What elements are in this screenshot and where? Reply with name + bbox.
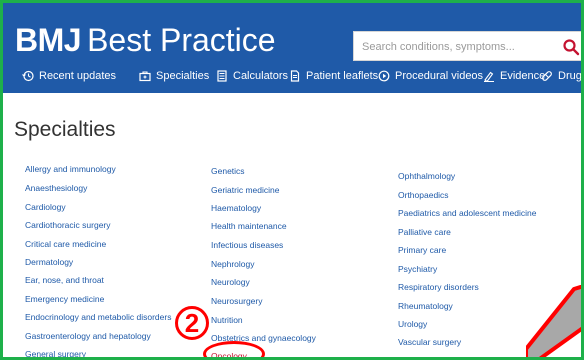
specialty-link[interactable]: Critical care medicine bbox=[25, 239, 106, 249]
specialty-link[interactable]: Psychiatry bbox=[398, 264, 437, 274]
calculator-icon bbox=[217, 70, 227, 82]
specialty-link[interactable]: Paediatrics and adolescent medicine bbox=[398, 208, 536, 218]
specialty-link[interactable]: Rheumatology bbox=[398, 301, 453, 311]
nav-procedural-videos[interactable]: Procedural videos bbox=[378, 70, 483, 82]
specialty-link[interactable]: Allergy and immunology bbox=[25, 164, 116, 174]
search-box bbox=[353, 31, 581, 61]
specialty-link[interactable]: Cardiothoracic surgery bbox=[25, 220, 111, 230]
specialty-link[interactable]: Genetics bbox=[211, 166, 245, 176]
highlight-circle bbox=[203, 341, 265, 357]
play-icon bbox=[378, 70, 390, 82]
screenshot-frame: BMJBest Practice Recent updates Specialt… bbox=[0, 0, 584, 360]
specialty-link[interactable]: Anaesthesiology bbox=[25, 183, 87, 193]
specialty-link[interactable]: Primary care bbox=[398, 245, 446, 255]
pill-icon bbox=[542, 71, 552, 81]
nav-specialties[interactable]: Specialties bbox=[139, 70, 209, 82]
nav-label: Specialties bbox=[156, 70, 210, 82]
specialty-link[interactable]: Nutrition bbox=[211, 315, 243, 325]
nav-evidence[interactable]: Evidence bbox=[483, 70, 545, 82]
specialty-link[interactable]: Neurology bbox=[211, 277, 250, 287]
nav-patient-leaflets[interactable]: Patient leaflets bbox=[289, 70, 378, 82]
specialty-link[interactable]: Ophthalmology bbox=[398, 171, 455, 181]
specialty-link[interactable]: Respiratory disorders bbox=[398, 282, 479, 292]
specialty-link[interactable]: Gastroenterology and hepatology bbox=[25, 331, 151, 341]
specialty-link[interactable]: Palliative care bbox=[398, 227, 451, 237]
specialty-link[interactable]: Neurosurgery bbox=[211, 296, 263, 306]
specialty-link[interactable]: Ear, nose, and throat bbox=[25, 275, 104, 285]
nav-label: Drugs bbox=[558, 70, 582, 82]
specialty-link[interactable]: Endocrinology and metabolic disorders bbox=[25, 312, 171, 322]
brand-bmj: BMJ bbox=[15, 22, 82, 58]
specialty-link[interactable]: Nephrology bbox=[211, 259, 254, 269]
specialties-content: Specialties Allergy and immunology Anaes… bbox=[3, 93, 581, 357]
brand-name: Best Practice bbox=[87, 22, 276, 58]
specialty-link[interactable]: Dermatology bbox=[25, 257, 73, 267]
nav-recent-updates[interactable]: Recent updates bbox=[22, 70, 116, 82]
history-icon bbox=[22, 70, 34, 82]
evidence-icon bbox=[484, 71, 494, 82]
specialty-link[interactable]: Urology bbox=[398, 319, 427, 329]
nav-label: Patient leaflets bbox=[306, 70, 379, 82]
nav-label: Evidence bbox=[500, 70, 546, 82]
briefcase-icon bbox=[139, 71, 151, 82]
specialty-list: Allergy and immunology Anaesthesiology C… bbox=[3, 93, 581, 357]
specialty-link[interactable]: Vascular surgery bbox=[398, 337, 461, 347]
search-input[interactable] bbox=[362, 37, 552, 57]
nav-label: Procedural videos bbox=[395, 70, 484, 82]
specialty-link[interactable]: Cardiology bbox=[25, 202, 66, 212]
search-icon[interactable] bbox=[562, 38, 580, 56]
specialty-link[interactable]: Orthopaedics bbox=[398, 190, 449, 200]
pointer-arrow-icon bbox=[526, 285, 581, 357]
specialty-link[interactable]: Haematology bbox=[211, 203, 261, 213]
specialty-link[interactable]: Geriatric medicine bbox=[211, 185, 280, 195]
step-number-badge: 2 bbox=[175, 306, 209, 340]
document-icon bbox=[290, 70, 300, 82]
nav-calculators[interactable]: Calculators bbox=[216, 70, 288, 82]
nav-label: Recent updates bbox=[39, 70, 117, 82]
nav-label: Calculators bbox=[233, 70, 289, 82]
specialty-link[interactable]: Infectious diseases bbox=[211, 240, 283, 250]
main-nav: Recent updates Specialties Calculators P… bbox=[3, 70, 582, 92]
site-header: BMJBest Practice Recent updates Specialt… bbox=[3, 3, 582, 93]
specialty-link[interactable]: Health maintenance bbox=[211, 221, 287, 231]
specialty-link[interactable]: General surgery bbox=[25, 349, 86, 357]
specialty-link[interactable]: Emergency medicine bbox=[25, 294, 104, 304]
brand-logo[interactable]: BMJ Best Practice bbox=[15, 23, 276, 57]
nav-drugs[interactable]: Drugs bbox=[541, 70, 582, 82]
